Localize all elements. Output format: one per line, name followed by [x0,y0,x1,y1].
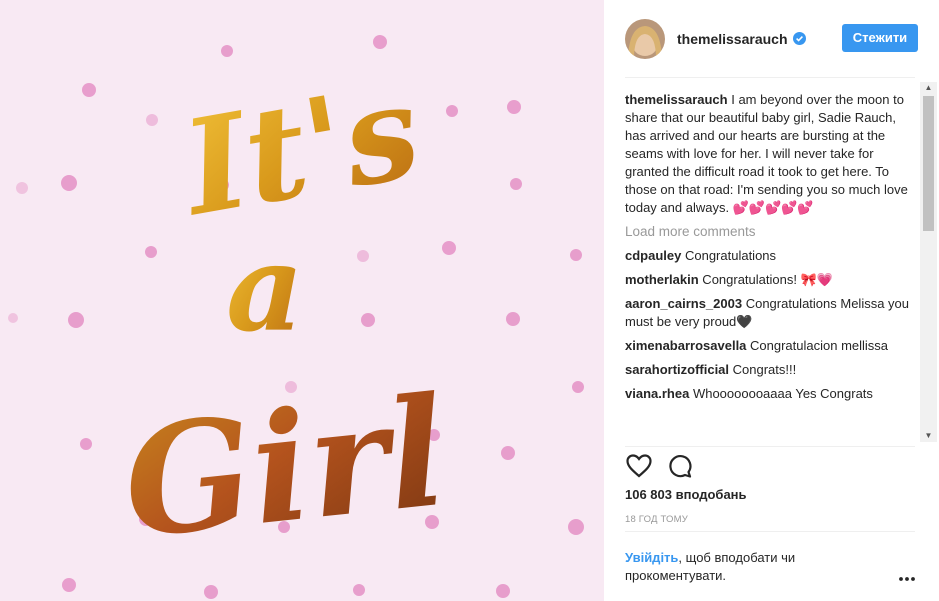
comment-item: sarahortizofficial Congrats!!! [625,361,915,379]
author-username[interactable]: themelissarauch [677,31,806,47]
post-header: themelissarauch Стежити [625,16,918,62]
comment-username[interactable]: viana.rhea [625,386,689,401]
comment-item: viana.rhea Whoooooooaaaa Yes Congrats [625,385,915,403]
author-username-text: themelissarauch [677,31,788,47]
likes-count[interactable]: 106 803 вподобань [625,487,747,502]
follow-button[interactable]: Стежити [842,24,918,52]
comment-text: Congratulacion mellissa [746,338,889,353]
more-options-icon[interactable] [898,570,916,581]
verified-badge-icon [792,32,806,45]
author-avatar[interactable] [625,19,665,59]
comment-text: Congratulations [681,248,777,263]
comment-username[interactable]: aaron_cairns_2003 [625,296,742,311]
comment-item: ximenabarrosavella Congratulacion mellis… [625,337,915,355]
comment-text: Whoooooooaaaa Yes Congrats [689,386,873,401]
load-more-comments[interactable]: Load more comments [625,223,915,241]
avatar-image [625,19,665,59]
comment-text: Congratulations! 🎀💗 [698,272,833,287]
comment-bubble-icon[interactable] [666,452,694,480]
post-image-graphic: It's a Girl [0,0,604,601]
scroll-down-arrow-icon[interactable]: ▼ [920,430,937,442]
footer-divider [625,531,915,532]
caption-username[interactable]: themelissarauch [625,92,728,107]
post-actions [625,452,745,482]
login-link[interactable]: Увійдіть [625,550,678,565]
comment-item: cdpauley Congratulations [625,247,915,265]
comments-list[interactable]: themelissarauch I am beyond over the moo… [625,88,915,442]
caption-text: I am beyond over the moon to share that … [625,92,908,215]
login-prompt: Увійдіть, щоб вподобати чи прокоментуват… [625,549,875,585]
image-text-girl: Girl [116,364,454,573]
comment-username[interactable]: sarahortizofficial [625,362,729,377]
post-timestamp[interactable]: 18 ГОД ТОМУ [625,514,688,525]
image-text-a: a [226,218,304,359]
comment-username[interactable]: ximenabarrosavella [625,338,746,353]
comment-username[interactable]: cdpauley [625,248,681,263]
heart-icon[interactable] [625,452,653,480]
comments-scrollbar[interactable]: ▲ ▼ [920,82,937,442]
header-divider [625,77,915,78]
comment-item: motherlakin Congratulations! 🎀💗 [625,271,915,289]
scroll-up-arrow-icon[interactable]: ▲ [920,82,937,94]
comment-username[interactable]: motherlakin [625,272,699,287]
comment-text: Congrats!!! [729,362,797,377]
scroll-thumb[interactable] [923,96,934,231]
comment-item: aaron_cairns_2003 Congratulations Meliss… [625,295,915,331]
post-image[interactable]: It's a Girl [0,0,604,601]
comments-divider [625,446,915,447]
post-caption: themelissarauch I am beyond over the moo… [625,91,915,217]
